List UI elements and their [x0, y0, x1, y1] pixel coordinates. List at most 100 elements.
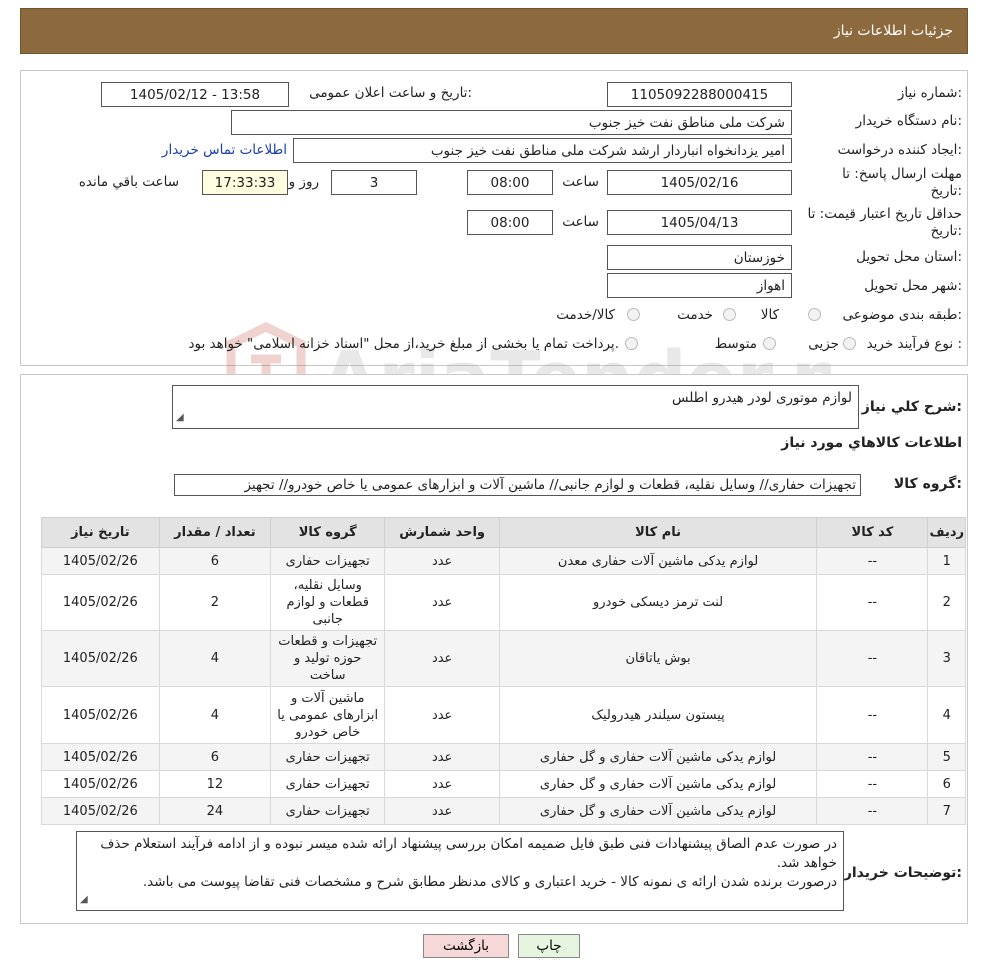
col-header-date: تاریخ نیاز [41, 517, 160, 548]
process-label: نوع فرآیند خرید : [866, 336, 962, 352]
cell-date: 1405/02/26 [41, 630, 160, 687]
cell-name: پیستون سیلندر هیدرولیک [498, 686, 818, 744]
city-field: اهواز [607, 273, 792, 298]
deadline-date-field: 1405/02/16 [607, 170, 792, 195]
cell-row-number: 2 [927, 574, 966, 631]
col-header-quantity: تعداد / مقدار [158, 517, 272, 548]
creator-label: ایجاد کننده درخواست: [837, 142, 962, 158]
print-button[interactable]: چاپ [518, 934, 580, 958]
buyer-org-field: شرکت ملی مناطق نفت خیز جنوب [231, 110, 792, 135]
cell-unit: عدد [384, 547, 500, 575]
table-row: 4 -- پیستون سیلندر هیدرولیک عدد ماشین آل… [41, 686, 966, 744]
cell-date: 1405/02/26 [41, 574, 160, 631]
col-header-group: گروه کالا [270, 517, 386, 548]
cell-group: تجهیزات و قطعات حوزه تولید و ساخت [270, 630, 386, 687]
cell-row-number: 7 [927, 797, 966, 825]
validity-label-2: تاریخ: [930, 223, 962, 239]
back-button[interactable]: بازگشت [423, 934, 509, 958]
validity-time-label: ساعت [562, 214, 599, 230]
province-field: خوزستان [607, 245, 792, 270]
table-row: 1 -- لوازم یدکی ماشین آلات حفاری معدن عد… [41, 547, 966, 575]
col-header-row-number: ردیف [927, 517, 966, 548]
process-medium-radio[interactable] [763, 337, 776, 350]
cell-date: 1405/02/26 [41, 547, 160, 575]
cell-quantity: 2 [158, 574, 272, 631]
cell-code: -- [816, 797, 929, 825]
process-medium-label: متوسط [714, 336, 757, 352]
table-row: 5 -- لوازم یدکی ماشین آلات حفاری و گل حف… [41, 743, 966, 771]
cell-unit: عدد [384, 743, 500, 771]
cell-group: تجهیزات حفاری [270, 743, 386, 771]
summary-textarea[interactable]: لوازم موتوری لودر هیدرو اطلس ◢ [172, 385, 859, 429]
need-number-label: شماره نیاز: [897, 85, 962, 101]
table-row: 2 -- لنت ترمز دیسکی خودرو عدد وسایل نقلی… [41, 574, 966, 631]
col-header-code: کد کالا [816, 517, 929, 548]
summary-text: لوازم موتوری لودر هیدرو اطلس [671, 390, 852, 406]
cell-quantity: 4 [158, 686, 272, 744]
goods-table: ردیف کد کالا نام کالا واحد شمارش گروه کا… [41, 517, 966, 825]
goods-group-text: تجهیزات حفاری// وسایل نقلیه، قطعات و لوا… [244, 477, 856, 493]
table-header-row: ردیف کد کالا نام کالا واحد شمارش گروه کا… [41, 517, 966, 548]
announce-label: تاریخ و ساعت اعلان عمومی: [309, 85, 472, 101]
treasury-payment-radio[interactable] [625, 337, 638, 350]
category-goods-service-radio[interactable] [627, 308, 640, 321]
cell-unit: عدد [384, 797, 500, 825]
cell-row-number: 1 [927, 547, 966, 575]
cell-unit: عدد [384, 630, 500, 687]
category-service-radio[interactable] [723, 308, 736, 321]
cell-unit: عدد [384, 770, 500, 798]
cell-name: بوش یاتاقان [498, 630, 818, 687]
cell-row-number: 4 [927, 686, 966, 744]
deadline-time-field: 08:00 [467, 170, 553, 195]
cell-name: لوازم یدکی ماشین آلات حفاری و گل حفاری [498, 770, 818, 798]
days-field: 3 [331, 170, 417, 195]
remaining-label: ساعت باقي مانده [78, 174, 179, 190]
cell-quantity: 12 [158, 770, 272, 798]
category-label: طبقه بندی موضوعی: [842, 307, 962, 323]
category-goods-label: کالا [760, 307, 779, 323]
announce-datetime-field: 1405/02/12 - 13:58 [101, 82, 289, 107]
cell-code: -- [816, 686, 929, 744]
remaining-time-field: 17:33:33 [202, 170, 288, 195]
deadline-label-2: تاریخ: [930, 183, 962, 199]
buyer-org-label: نام دستگاه خریدار: [855, 113, 962, 129]
cell-name: لوازم یدکی ماشین آلات حفاری و گل حفاری [498, 797, 818, 825]
cell-quantity: 6 [158, 547, 272, 575]
cell-unit: عدد [384, 686, 500, 744]
validity-date-field: 1405/04/13 [607, 210, 792, 235]
process-small-radio[interactable] [843, 337, 856, 350]
cell-group: تجهیزات حفاری [270, 770, 386, 798]
goods-info-title: اطلاعات کالاهاي مورد نياز [781, 435, 962, 451]
cell-unit: عدد [384, 574, 500, 631]
category-goods-radio[interactable] [808, 308, 821, 321]
deadline-label: مهلت ارسال پاسخ: تا [842, 166, 962, 182]
cell-group: ماشین آلات و ابزارهای عمومی یا خاص خودرو [270, 686, 386, 744]
need-number-field: 1105092288000415 [607, 82, 792, 107]
resize-grip-icon: ◢ [80, 894, 88, 905]
buyer-notes-line-2: درصورت برنده شدن ارائه ی نمونه کالا - خر… [142, 874, 837, 890]
buyer-contact-link[interactable]: اطلاعات تماس خریدار [162, 142, 287, 158]
days-label: روز و [288, 174, 319, 190]
cell-code: -- [816, 770, 929, 798]
cell-group: تجهیزات حفاری [270, 797, 386, 825]
col-header-unit: واحد شمارش [384, 517, 500, 548]
city-label: شهر محل تحویل: [864, 278, 962, 294]
cell-quantity: 24 [158, 797, 272, 825]
table-row: 6 -- لوازم یدکی ماشین آلات حفاری و گل حف… [41, 770, 966, 798]
cell-group: تجهیزات حفاری [270, 547, 386, 575]
cell-row-number: 5 [927, 743, 966, 771]
need-details-panel: شرح کلي نياز: لوازم موتوری لودر هیدرو اط… [20, 374, 968, 924]
cell-code: -- [816, 574, 929, 631]
cell-quantity: 4 [158, 630, 272, 687]
validity-label: حداقل تاریخ اعتبار قیمت: تا [807, 206, 962, 222]
cell-date: 1405/02/26 [41, 686, 160, 744]
cell-code: -- [816, 743, 929, 771]
buyer-notes-textarea[interactable]: در صورت عدم الصاق پیشنهادات فنی طبق فایل… [76, 831, 844, 911]
process-small-label: جزیی [808, 336, 839, 352]
page-header: جزئیات اطلاعات نیاز [20, 8, 968, 54]
summary-label: شرح کلي نياز: [861, 399, 962, 415]
creator-field: امیر یزدانخواه انباردار ارشد شرکت ملی من… [293, 138, 792, 163]
goods-group-label: گروه کالا: [893, 476, 962, 492]
treasury-payment-note: پرداخت تمام یا بخشی از مبلغ خرید،از محل … [188, 336, 619, 352]
cell-row-number: 6 [927, 770, 966, 798]
